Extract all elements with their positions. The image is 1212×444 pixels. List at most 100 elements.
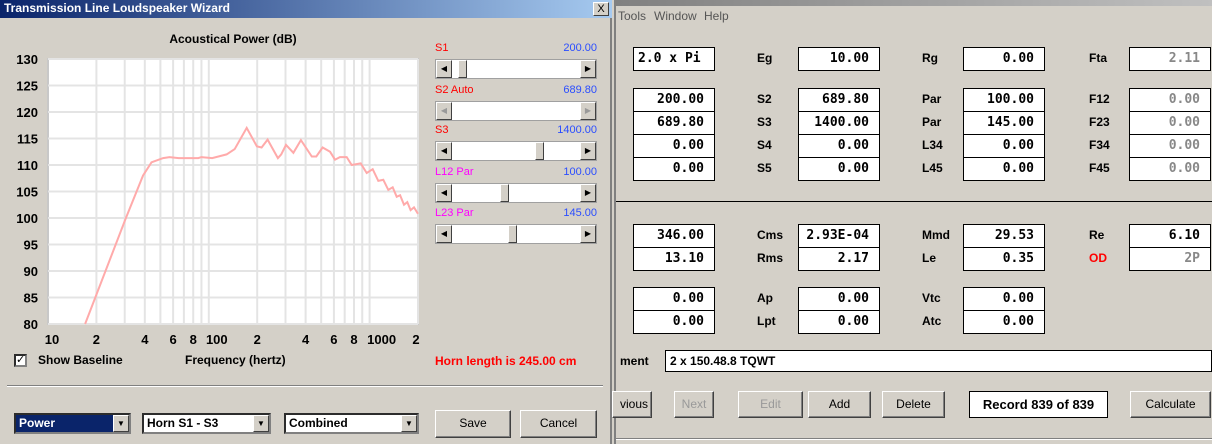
arrow-right-icon[interactable]: ▶ (580, 102, 596, 120)
mode-select[interactable]: Power ▼ (14, 413, 131, 434)
arrow-right-icon[interactable]: ▶ (580, 142, 596, 160)
wizard-dialog: Transmission Line Loudspeaker Wizard X A… (0, 0, 612, 444)
slider-thumb[interactable] (457, 60, 467, 78)
show-baseline-checkbox[interactable]: ✓ (14, 354, 27, 367)
slider-thumb[interactable] (507, 225, 517, 243)
calculate-button[interactable]: Calculate (1130, 391, 1211, 418)
field-mmd[interactable]: 29.53 (963, 224, 1045, 248)
label-par: Par (922, 115, 942, 129)
x-tick-label: 100 (206, 332, 228, 346)
field-cms[interactable]: 2.93E-04 (798, 224, 880, 248)
field-od[interactable]: 2P (1129, 247, 1211, 271)
x-tick-label: 2 (412, 332, 419, 346)
field-rg[interactable]: 0.00 (963, 47, 1045, 71)
delete-button[interactable]: Delete (882, 391, 945, 418)
add-button[interactable]: Add (808, 391, 871, 418)
field-atc[interactable]: 0.00 (963, 310, 1045, 334)
menu-help[interactable]: Help (704, 9, 729, 23)
x-tick-label: 10 (45, 332, 59, 346)
slider-s3[interactable]: ◀ ▶ (435, 141, 597, 161)
field-lpt[interactable]: 0.00 (798, 310, 880, 334)
y-tick-label: 100 (16, 211, 38, 226)
y-tick-label: 110 (17, 158, 38, 173)
y-tick-label: 80 (24, 317, 38, 332)
chevron-down-icon[interactable]: ▼ (401, 415, 417, 432)
label-f34: F34 (1089, 138, 1110, 152)
arrow-left-icon[interactable]: ◀ (436, 184, 452, 202)
label-vtc: Vtc (922, 291, 941, 305)
arrow-left-icon[interactable]: ◀ (436, 225, 452, 243)
field-value[interactable]: 0.00 (633, 287, 715, 311)
separator (616, 201, 1212, 202)
field-par[interactable]: 145.00 (963, 111, 1045, 135)
next-button[interactable]: Next (674, 391, 714, 418)
arrow-left-icon[interactable]: ◀ (436, 102, 452, 120)
arrow-right-icon[interactable]: ▶ (580, 184, 596, 202)
x-tick-label: 6 (330, 332, 337, 346)
slider-thumb[interactable] (499, 184, 509, 202)
horn-length-text: Horn length is 245.00 cm (435, 354, 577, 368)
field-f12[interactable]: 0.00 (1129, 88, 1211, 112)
field-s4[interactable]: 0.00 (798, 134, 880, 158)
type-select[interactable]: Combined ▼ (284, 413, 419, 434)
input-parameters-window: Tools Window Help 2.0 x Pi 10.00 0.00 2.11 E… (612, 0, 1212, 444)
slider-thumb[interactable] (535, 142, 545, 160)
save-button[interactable]: Save (435, 410, 511, 438)
edit-button[interactable]: Edit (738, 391, 803, 418)
field-vtc[interactable]: 0.00 (963, 287, 1045, 311)
label-re: Re (1089, 228, 1105, 242)
arrow-right-icon[interactable]: ▶ (580, 60, 596, 78)
arrow-right-icon[interactable]: ▶ (580, 225, 596, 243)
close-button[interactable]: X (593, 2, 609, 16)
chevron-down-icon[interactable]: ▼ (113, 415, 129, 432)
field-value[interactable]: 689.80 (633, 111, 715, 135)
field-s2[interactable]: 689.80 (798, 88, 880, 112)
field-eg[interactable]: 10.00 (798, 47, 880, 71)
label-mmd: Mmd (922, 228, 950, 242)
field-s5[interactable]: 0.00 (798, 157, 880, 181)
field-rms[interactable]: 2.17 (798, 247, 880, 271)
y-tick-label: 95 (24, 238, 38, 253)
label-od: OD (1089, 251, 1107, 265)
arrow-left-icon[interactable]: ◀ (436, 60, 452, 78)
slider-l12[interactable]: ◀ ▶ (435, 183, 597, 203)
slider-l23[interactable]: ◀ ▶ (435, 224, 597, 244)
field-f34[interactable]: 0.00 (1129, 134, 1211, 158)
field-s3[interactable]: 1400.00 (798, 111, 880, 135)
menu-tools[interactable]: Tools (618, 9, 646, 23)
field-value[interactable]: 2.0 x Pi (633, 47, 715, 71)
x-tick-label: 1000 (367, 332, 396, 346)
field-f23[interactable]: 0.00 (1129, 111, 1211, 135)
arrow-left-icon[interactable]: ◀ (436, 142, 452, 160)
field-value[interactable]: 200.00 (633, 88, 715, 112)
y-tick-label: 115 (17, 132, 38, 147)
slider-s1[interactable]: ◀ ▶ (435, 59, 597, 79)
label-s3: S3 (757, 115, 772, 129)
field-le[interactable]: 0.35 (963, 247, 1045, 271)
slider-label: L23 Par (435, 207, 474, 219)
field-l34[interactable]: 0.00 (963, 134, 1045, 158)
comment-input[interactable]: 2 x 150.48.8 TQWT (665, 350, 1212, 372)
field-value[interactable]: 0.00 (633, 310, 715, 334)
field-re[interactable]: 6.10 (1129, 224, 1211, 248)
slider-label: S2 Auto (435, 84, 474, 96)
field-value[interactable]: 346.00 (633, 224, 715, 248)
field-value[interactable]: 0.00 (633, 134, 715, 158)
field-par[interactable]: 100.00 (963, 88, 1045, 112)
cancel-button[interactable]: Cancel (520, 410, 597, 438)
slider-value: 689.80 (563, 84, 597, 96)
section-select[interactable]: Horn S1 - S3 ▼ (142, 413, 271, 434)
type-value: Combined (289, 416, 348, 430)
label-lpt: Lpt (757, 314, 776, 328)
field-value[interactable]: 0.00 (633, 157, 715, 181)
previous-button[interactable]: vious (612, 391, 652, 418)
menu-window[interactable]: Window (654, 9, 697, 23)
label-s2: S2 (757, 92, 772, 106)
field-ap[interactable]: 0.00 (798, 287, 880, 311)
field-f45[interactable]: 0.00 (1129, 157, 1211, 181)
field-fta[interactable]: 2.11 (1129, 47, 1211, 71)
field-l45[interactable]: 0.00 (963, 157, 1045, 181)
chevron-down-icon[interactable]: ▼ (253, 415, 269, 432)
field-value[interactable]: 13.10 (633, 247, 715, 271)
slider-s2[interactable]: ◀ ▶ (435, 101, 597, 121)
